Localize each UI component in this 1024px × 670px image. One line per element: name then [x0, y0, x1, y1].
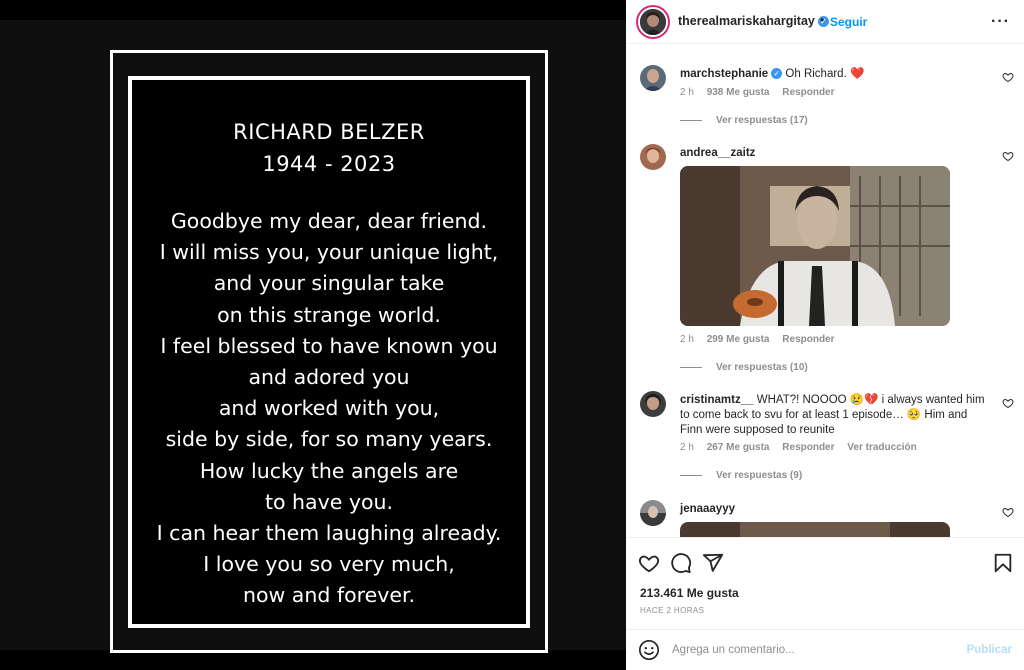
post-timestamp: HACE 2 HORAS	[640, 606, 705, 615]
comments-list[interactable]: marchstephanie ✓ Oh Richard. ❤️ 2 h 938 M…	[626, 45, 1024, 537]
gif-scene-image	[680, 522, 950, 537]
like-comment-icon[interactable]	[1002, 397, 1014, 409]
commenter-avatar[interactable]	[640, 65, 666, 91]
like-comment-icon[interactable]	[1002, 71, 1014, 83]
comment-gif[interactable]	[680, 166, 950, 326]
reply-button[interactable]: Responder	[782, 334, 834, 345]
poem-line: Goodbye my dear, dear friend.	[170, 209, 488, 233]
view-replies-button[interactable]: Ver respuestas (9)	[680, 470, 802, 481]
save-bookmark-icon[interactable]	[992, 552, 1014, 574]
poem-line: and your singular take	[213, 271, 445, 296]
gif-scene-image	[680, 166, 950, 326]
poem-line: now and forever.	[242, 583, 416, 608]
commenter-avatar-image	[640, 391, 666, 417]
emoji-icon[interactable]	[638, 639, 660, 661]
commenter-username[interactable]: andrea__zaitz	[680, 147, 755, 159]
commenter-avatar-image	[640, 500, 666, 526]
add-comment-bar: Publicar	[626, 629, 1024, 670]
replies-divider	[680, 474, 702, 476]
poem-line: I will miss you, your unique light,	[159, 240, 499, 265]
commenter-avatar[interactable]	[640, 391, 666, 417]
replies-divider	[680, 119, 702, 121]
view-replies-button[interactable]: Ver respuestas (10)	[680, 362, 808, 373]
comment-meta: 2 h 267 Me gusta Responder Ver traducció…	[680, 442, 927, 453]
poem-line: I feel blessed to have known you	[160, 333, 498, 358]
like-comment-icon[interactable]	[1002, 506, 1014, 518]
comment-meta: 2 h 938 Me gusta Responder	[680, 87, 845, 98]
comment-text: marchstephanie ✓ Oh Richard. ❤️	[680, 67, 992, 82]
poem-line: on this strange world.	[217, 302, 441, 327]
poem-line: How lucky the angels are	[199, 458, 459, 483]
comment-text: cristinamtz__ WHAT?! NOOOO 😢💔 i always w…	[680, 393, 992, 438]
post-header: therealmariskahargitay ✓ • Seguir ···	[626, 0, 1024, 44]
comment-time: 2 h	[680, 334, 694, 345]
comment-text: jenaaayyy	[680, 502, 992, 517]
like-heart-icon[interactable]	[638, 552, 660, 574]
comment-time: 2 h	[680, 87, 694, 98]
publish-button[interactable]: Publicar	[967, 644, 1012, 656]
commenter-username[interactable]: cristinamtz__	[680, 394, 754, 406]
post-likes-count[interactable]: 213.461 Me gusta	[640, 586, 739, 600]
comment-likes[interactable]: 938 Me gusta	[707, 87, 770, 98]
poem-line: to have you.	[264, 489, 394, 514]
view-replies-label[interactable]: Ver respuestas (17)	[716, 115, 808, 126]
poem-line: and adored you	[248, 365, 410, 390]
post-actions: 213.461 Me gusta HACE 2 HORAS	[626, 537, 1024, 629]
comment-body: Oh Richard. ❤️	[785, 68, 865, 80]
memorial-card: RICHARD BELZER 1944 - 2023 Goodbye my de…	[128, 76, 530, 628]
poem-line: I can hear them laughing already.	[156, 521, 502, 546]
author-username-text[interactable]: therealmariskahargitay	[678, 14, 815, 28]
comment-meta: 2 h 299 Me gusta Responder	[680, 334, 845, 345]
reply-button[interactable]: Responder	[782, 442, 834, 453]
poem-line: side by side, for so many years.	[165, 427, 493, 452]
like-comment-icon[interactable]	[1002, 150, 1014, 162]
comment-input[interactable]	[672, 640, 952, 660]
poem-line: I love you so very much,	[203, 552, 455, 577]
commenter-username[interactable]: jenaaayyy	[680, 503, 735, 515]
comment-time: 2 h	[680, 442, 694, 453]
poem-line: and worked with you,	[218, 396, 440, 421]
more-options-icon[interactable]: ···	[991, 13, 1010, 31]
follow-button[interactable]: Seguir	[830, 15, 867, 29]
post-side-panel: therealmariskahargitay ✓ • Seguir ··· mar…	[626, 0, 1024, 670]
separator-dot: •	[820, 13, 825, 27]
commenter-avatar[interactable]	[640, 500, 666, 526]
verified-badge-icon: ✓	[771, 68, 783, 80]
memorial-name: RICHARD BELZER	[233, 120, 425, 144]
replies-divider	[680, 366, 702, 368]
comment-likes[interactable]: 299 Me gusta	[707, 334, 770, 345]
view-replies-label[interactable]: Ver respuestas (9)	[716, 470, 802, 481]
memorial-years: 1944 - 2023	[262, 152, 396, 176]
view-replies-button[interactable]: Ver respuestas (17)	[680, 115, 808, 126]
commenter-avatar-image	[640, 65, 666, 91]
comment-text: andrea__zaitz	[680, 146, 992, 161]
commenter-username[interactable]: marchstephanie	[680, 68, 768, 80]
share-send-icon[interactable]	[702, 552, 724, 574]
comment-likes[interactable]: 267 Me gusta	[707, 442, 770, 453]
memorial-image: RICHARD BELZER 1944 - 2023 Goodbye my de…	[0, 20, 626, 653]
translate-button[interactable]: Ver traducción	[847, 442, 916, 453]
author-username[interactable]: therealmariskahargitay ✓	[678, 14, 829, 28]
post-media[interactable]: RICHARD BELZER 1944 - 2023 Goodbye my de…	[0, 0, 626, 670]
commenter-avatar-image	[640, 144, 666, 170]
comment-bubble-icon[interactable]	[670, 552, 692, 574]
memorial-poem: Goodbye my dear, dear friend. I will mis…	[132, 206, 526, 612]
memorial-title: RICHARD BELZER 1944 - 2023	[132, 116, 526, 180]
view-replies-label[interactable]: Ver respuestas (10)	[716, 362, 808, 373]
comment-gif[interactable]	[680, 522, 950, 537]
author-avatar[interactable]	[638, 7, 668, 37]
reply-button[interactable]: Responder	[782, 87, 834, 98]
author-avatar-image	[640, 9, 666, 35]
commenter-avatar[interactable]	[640, 144, 666, 170]
